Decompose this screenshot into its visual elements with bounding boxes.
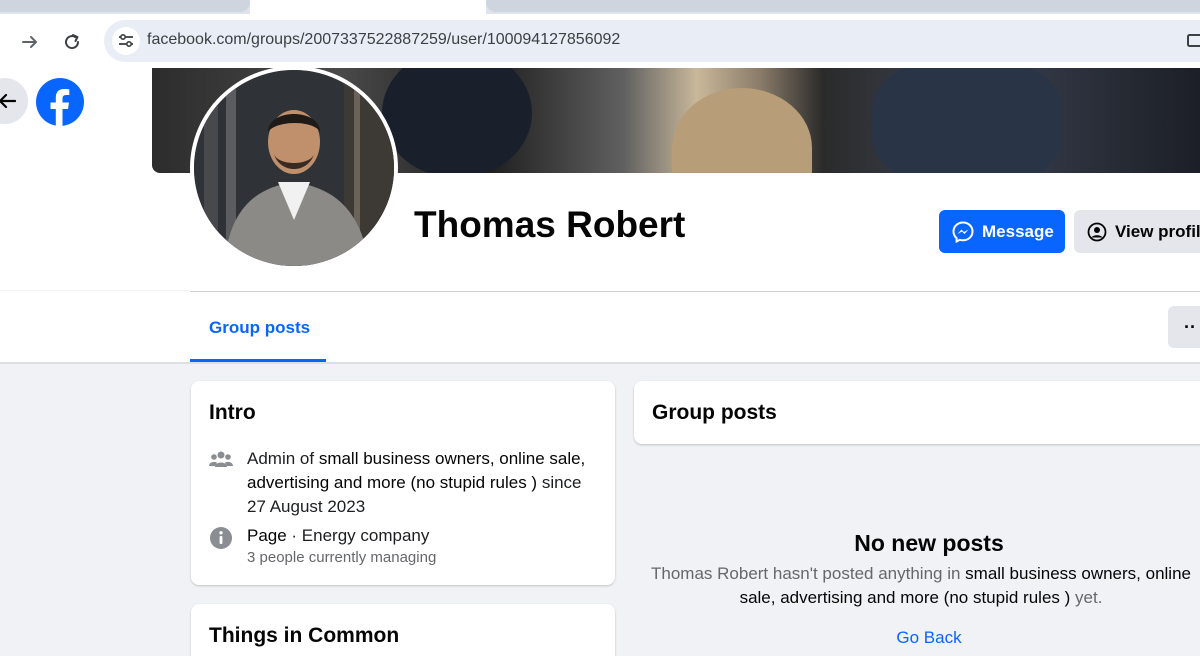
admin-prefix: Admin of — [247, 449, 319, 468]
browser-tab[interactable] — [486, 0, 1200, 12]
cast-icon[interactable] — [1186, 32, 1200, 50]
group-icon — [209, 447, 233, 471]
common-title: Things in Common — [209, 624, 400, 647]
user-circle-icon — [1087, 222, 1107, 241]
empty-prefix: Thomas Robert hasn't posted anything in — [651, 564, 966, 583]
group-posts-card: Group posts — [634, 381, 1200, 444]
view-profile-button[interactable]: View profil — [1074, 210, 1200, 253]
page-line: Page · Energy company — [247, 524, 436, 548]
forward-arrow-icon[interactable] — [16, 28, 44, 56]
intro-page-row: Page · Energy company 3 people currently… — [209, 524, 599, 568]
tab-strip — [0, 0, 1200, 14]
header-divider — [190, 291, 1200, 292]
intro-admin-row: Admin of small business owners, online s… — [209, 447, 599, 519]
cover-figure — [872, 68, 1062, 173]
profile-name: Thomas Robert — [414, 204, 686, 245]
more-options-button[interactable]: ·· — [1168, 306, 1200, 348]
tab-label: Group posts — [209, 318, 311, 337]
browser-tab-active[interactable] — [250, 0, 486, 14]
intro-card: Intro Admin of small business owners, on… — [191, 381, 615, 585]
divider — [0, 290, 190, 291]
go-back-link[interactable]: Go Back — [896, 628, 961, 647]
empty-state: No new posts Thomas Robert hasn't posted… — [634, 530, 1200, 656]
info-icon — [209, 526, 233, 550]
facebook-logo[interactable] — [36, 78, 84, 126]
empty-text: Thomas Robert hasn't posted anything in … — [644, 562, 1198, 610]
reload-icon[interactable] — [58, 28, 86, 56]
tab-group-posts[interactable]: Group posts — [190, 292, 326, 362]
intro-title: Intro — [209, 401, 256, 424]
view-profile-label: View profil — [1115, 221, 1200, 241]
go-back-wrap: Go Back — [634, 628, 1200, 648]
header-shadow — [0, 362, 1200, 364]
profile-avatar[interactable] — [190, 66, 398, 270]
empty-title: No new posts — [854, 530, 1004, 556]
cover-figure — [382, 68, 532, 173]
things-in-common-card: Things in Common — [191, 604, 615, 656]
empty-title-wrap: No new posts — [634, 530, 1200, 557]
address-bar[interactable]: facebook.com/groups/2007337522887259/use… — [104, 20, 1200, 62]
more-dots-icon: ·· — [1184, 316, 1196, 337]
site-settings-icon[interactable] — [112, 27, 140, 55]
back-arrow-icon — [0, 93, 16, 109]
message-label: Message — [982, 221, 1054, 241]
managing-text: 3 people currently managing — [247, 549, 437, 566]
cover-figure — [672, 88, 812, 173]
url-text[interactable]: facebook.com/groups/2007337522887259/use… — [147, 31, 620, 49]
empty-text-wrap: Thomas Robert hasn't posted anything in … — [634, 562, 1200, 610]
browser-toolbar: facebook.com/groups/2007337522887259/use… — [0, 14, 1200, 68]
group-posts-title: Group posts — [652, 401, 777, 424]
messenger-icon — [952, 220, 974, 243]
empty-suffix: yet. — [1070, 588, 1103, 607]
avatar-photo — [194, 70, 394, 266]
admin-text: Admin of small business owners, online s… — [247, 447, 599, 519]
browser-tab[interactable] — [0, 0, 250, 12]
page-label[interactable]: Page — [247, 526, 287, 545]
page-category: · Energy company — [286, 526, 430, 545]
page-info: Page · Energy company 3 people currently… — [247, 524, 436, 568]
message-button[interactable]: Message — [939, 210, 1065, 253]
